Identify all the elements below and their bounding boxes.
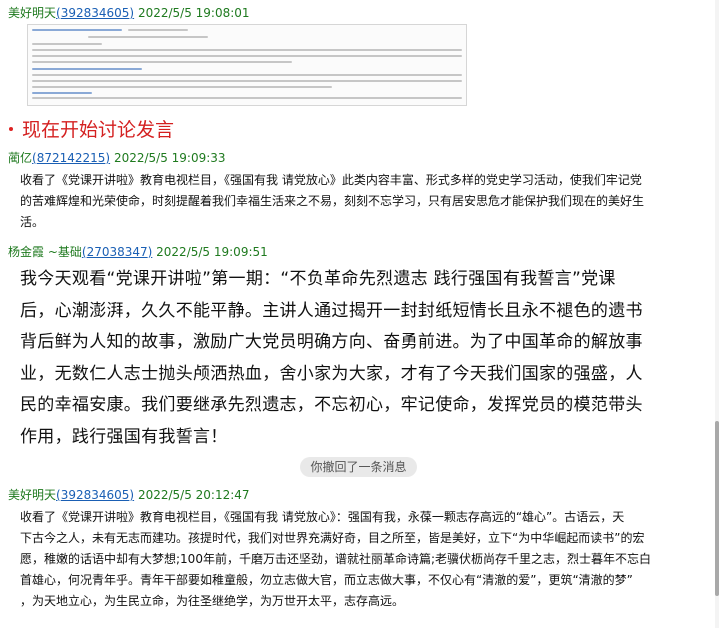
message-header: 美好明天(392834605) 2022/5/5 20:12:47 [8,488,250,502]
sender-name[interactable]: 美好明天 [8,488,56,502]
qq-number-link[interactable]: 27038347 [87,245,148,259]
message-header: 蔺亿(872142215) 2022/5/5 19:09:33 [8,151,226,165]
message-line: 收看了《党课开讲啦》教育电视栏目，《强国有我 请党放心》此类内容丰富、形式多样的… [20,173,642,187]
sender-name[interactable]: 杨金霞 ~基础 [8,245,82,259]
message-line: 业，无数仁人志士抛头颅洒热血，舍小家为大家，才有了今天我们国家的强盛，人 [20,363,643,384]
message-body: 收看了《党课开讲啦》教育电视栏目，《强国有我 请党放心》：强国有我，永葆一颗志存… [20,507,710,612]
message-line: 下古今之人，未有无志而建功。孩提时代，我们对世界充满好奇，目之所至，皆是美好，立… [20,531,645,545]
sender-name[interactable]: 美好明天 [8,6,56,20]
recall-notice: 你撤回了一条消息 [300,457,417,477]
message-header: 美好明天(392834605) 2022/5/5 19:08:01 [8,6,250,20]
timestamp: 2022/5/5 19:08:01 [137,6,250,20]
message-line: 背后鲜为人知的故事，激励广大党员明确方向、奋勇前进。为了中国革命的解放事 [20,332,643,352]
scrollbar-thumb[interactable] [715,421,719,596]
message-line: 作用，践行强国有我誓言！ [20,426,228,447]
message-line: 活。 [20,215,45,229]
message-line: 我今天观看“党课开讲啦”第一期：“不负革命先烈遗志 践行强国有我誓言”党课 [20,269,616,289]
qq-number-link[interactable]: 392834605 [61,488,130,502]
message-line: ，为天地立心，为生民立命，为往圣继绝学，为万世开太平，志存高远。 [20,594,405,608]
message-line: 后，心潮澎湃，久久不能平静。主讲人通过揭开一封封纸短情长且永不褪色的遗书 [20,300,643,321]
message-line: 民的幸福安康。我们要继承先烈遗志，不忘初心，牢记使命，发挥党员的模范带头 [20,395,643,415]
qq-number-link[interactable]: 872142215 [37,151,106,165]
announcement-text: 现在开始讨论发言 [22,119,175,141]
bullet-dot [9,127,13,131]
message-body: 我今天观看“党课开讲啦”第一期：“不负革命先烈遗志 践行强国有我誓言”党课 后，… [20,264,710,453]
message-line: 愿，稚嫩的话语中却有大梦想;100年前，千磨万击还坚劲，谱就社丽革命诗篇;老骥伏… [20,552,651,566]
qq-number-link[interactable]: 392834605 [61,6,130,20]
sender-name[interactable]: 蔺亿 [8,151,32,165]
message-line: 收看了《党课开讲啦》教育电视栏目，《强国有我 请党放心》：强国有我，永葆一颗志存… [20,510,625,524]
message-line: 的苦难辉煌和光荣使命，时刻提醒着我们幸福生活来之不易，刻刻不忘学习，只有居安思危… [20,194,645,208]
image-thumbnail[interactable] [27,24,467,106]
timestamp: 2022/5/5 19:09:51 [156,245,268,259]
timestamp: 2022/5/5 20:12:47 [137,488,250,502]
message-header: 杨金霞 ~基础(27038347) 2022/5/5 19:09:51 [8,245,268,259]
message-line: 首雄心，何况青年乎。青年干部要如稚童般，勿立志做大官，而立志做大事，不仅心有“清… [20,573,633,587]
message-body: 收看了《党课开讲啦》教育电视栏目，《强国有我 请党放心》此类内容丰富、形式多样的… [20,170,710,233]
timestamp: 2022/5/5 19:09:33 [113,151,226,165]
